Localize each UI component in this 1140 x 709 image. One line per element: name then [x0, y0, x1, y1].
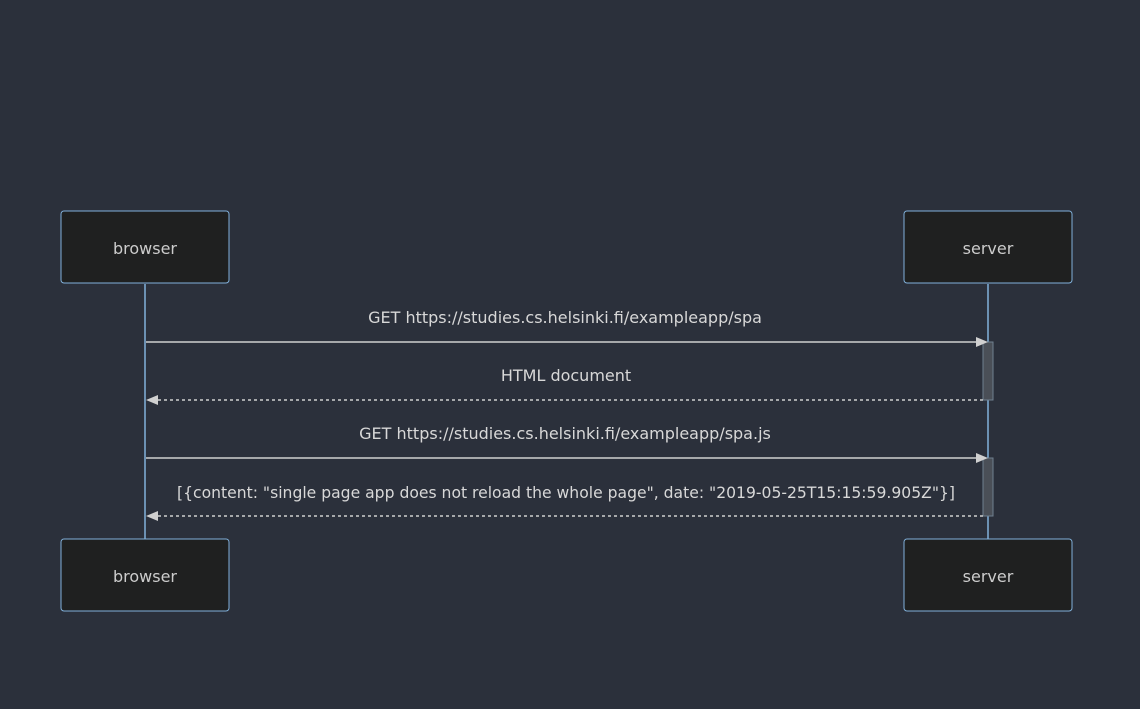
server-activation-2	[982, 457, 994, 517]
message-2-arrowhead	[146, 395, 158, 405]
actor-server-top: server	[903, 210, 1073, 284]
actor-browser-bottom-label: browser	[113, 567, 177, 586]
message-2: HTML document	[146, 366, 983, 405]
message-3-label: GET https://studies.cs.helsinki.fi/examp…	[359, 424, 771, 443]
message-4-arrowhead	[146, 511, 158, 521]
actor-browser-top: browser	[60, 210, 230, 284]
actor-browser-bottom: browser	[60, 538, 230, 612]
message-3: GET https://studies.cs.helsinki.fi/examp…	[146, 424, 988, 463]
message-4-label: [{content: "single page app does not rel…	[177, 483, 955, 502]
message-1-label: GET https://studies.cs.helsinki.fi/examp…	[368, 308, 762, 327]
actor-server-bottom: server	[903, 538, 1073, 612]
message-2-label: HTML document	[501, 366, 631, 385]
sequence-diagram: browser server GET https://studies.cs.he…	[60, 210, 1073, 612]
message-4: [{content: "single page app does not rel…	[146, 483, 983, 521]
server-activation-1	[982, 341, 994, 401]
actor-server-top-label: server	[963, 239, 1014, 258]
actor-browser-top-label: browser	[113, 239, 177, 258]
message-1: GET https://studies.cs.helsinki.fi/examp…	[146, 308, 988, 347]
actor-server-bottom-label: server	[963, 567, 1014, 586]
